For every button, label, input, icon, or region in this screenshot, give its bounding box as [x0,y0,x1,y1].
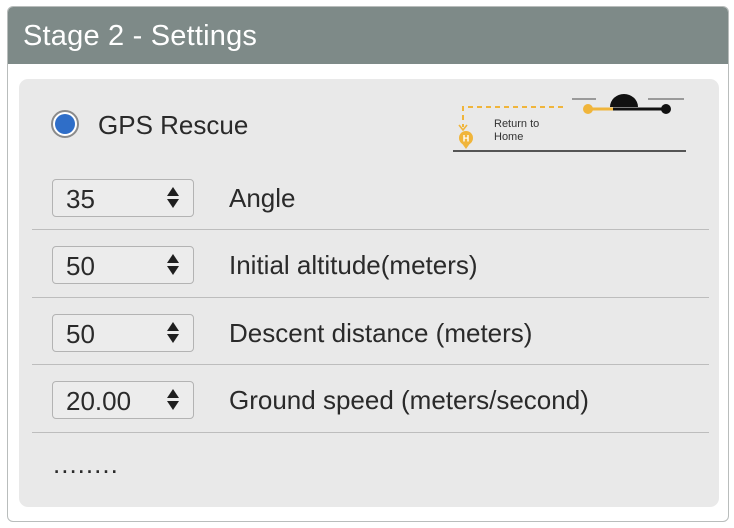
decrement-arrow-icon[interactable] [167,266,179,275]
home-pin-letter: H [463,134,470,144]
up-down-arrows-icon[interactable] [167,322,179,344]
panel-body: GPS Rescue H Return to Home 35 Angle 50 … [19,79,719,507]
angle-stepper[interactable]: 35 [52,179,194,217]
increment-arrow-icon[interactable] [167,322,179,331]
ground-speed-value[interactable]: 20.00 [66,386,131,416]
increment-arrow-icon[interactable] [167,389,179,398]
home-pin-icon: H [459,131,473,149]
descent-distance-label: Descent distance (meters) [229,318,533,348]
angle-label: Angle [229,183,296,213]
ground-speed-stepper[interactable]: 20.00 [52,381,194,419]
gps-rescue-option[interactable]: GPS Rescue H Return to Home [19,79,719,167]
descent-distance-value[interactable]: 50 [66,319,95,349]
up-down-arrows-icon[interactable] [167,389,179,411]
more-settings-ellipsis: ........ [53,449,119,479]
initial-altitude-stepper[interactable]: 50 [52,246,194,284]
increment-arrow-icon[interactable] [167,187,179,196]
setting-row-angle: 35 Angle [19,169,719,237]
return-to-home-caption-line1: Return to [494,118,539,130]
increment-arrow-icon[interactable] [167,254,179,263]
descent-distance-stepper[interactable]: 50 [52,314,194,352]
initial-altitude-label: Initial altitude(meters) [229,250,478,280]
setting-row-ground-speed: 20.00 Ground speed (meters/second) [19,371,719,439]
return-to-home-caption-line2: Home [494,131,523,143]
ground-speed-label: Ground speed (meters/second) [229,385,589,415]
panel-header: Stage 2 - Settings [8,7,728,64]
panel-title: Stage 2 - Settings [23,20,258,52]
up-down-arrows-icon[interactable] [167,254,179,276]
gps-rescue-label: GPS Rescue [98,110,249,140]
angle-value[interactable]: 35 [66,184,95,214]
drone-icon [572,94,684,114]
settings-panel: Stage 2 - Settings GPS Rescue H Return t… [7,6,729,522]
decrement-arrow-icon[interactable] [167,199,179,208]
up-down-arrows-icon[interactable] [167,187,179,209]
radio-selected-dot [55,114,75,134]
decrement-arrow-icon[interactable] [167,334,179,343]
gps-rescue-radio[interactable] [51,110,79,138]
setting-row-initial-altitude: 50 Initial altitude(meters) [19,236,719,304]
return-to-home-illustration: H Return to Home [453,94,686,152]
initial-altitude-value[interactable]: 50 [66,251,95,281]
decrement-arrow-icon[interactable] [167,401,179,410]
setting-row-descent-distance: 50 Descent distance (meters) [19,304,719,372]
